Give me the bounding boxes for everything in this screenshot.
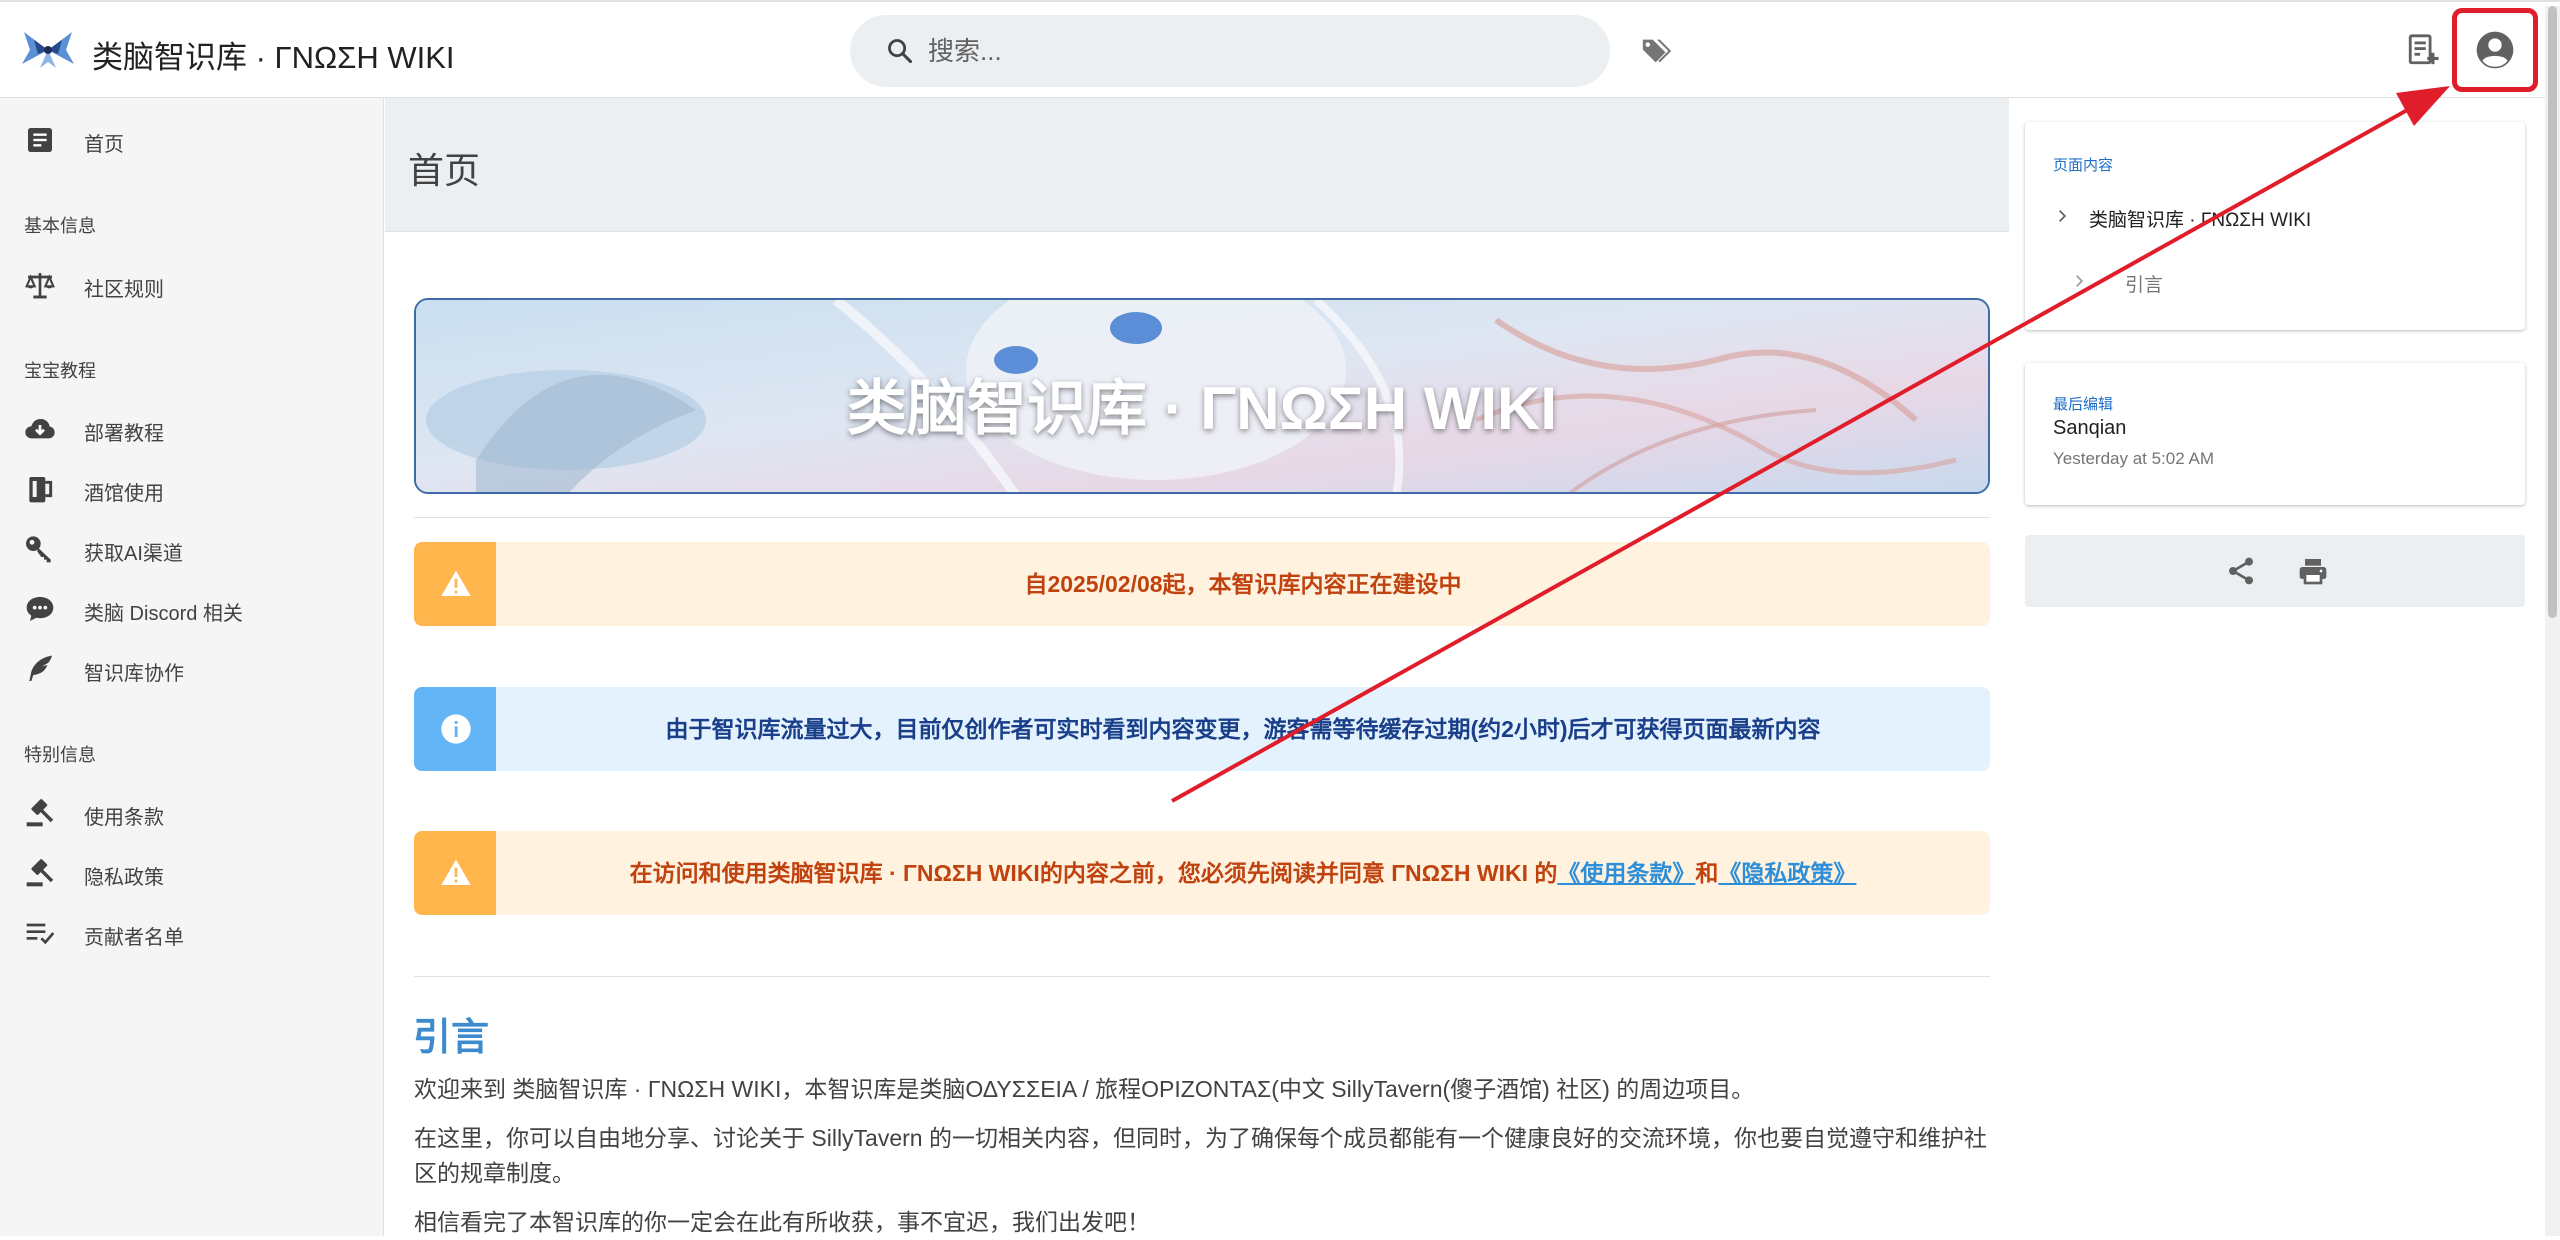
gavel-icon bbox=[26, 859, 54, 887]
alert-text: 在访问和使用类脑智识库 · ΓΝΩΣΗ WIKI的内容之前，您必须先阅读并同意 … bbox=[496, 831, 1990, 915]
cloud-download-icon bbox=[25, 419, 55, 439]
new-page-icon[interactable] bbox=[2406, 32, 2440, 68]
info-icon bbox=[441, 714, 471, 744]
top-app-bar: 类脑智识库 · ΓΝΩΣΗ WIKI bbox=[0, 0, 2560, 98]
sidebar-item-label: 类脑 Discord 相关 bbox=[84, 603, 243, 625]
sidebar-item-home[interactable]: 首页 bbox=[0, 112, 384, 168]
terms-link[interactable]: 《使用条款》 bbox=[1557, 860, 1695, 886]
alert-text-between: 和 bbox=[1695, 860, 1719, 886]
sidebar-item-label: 使用条款 bbox=[84, 807, 164, 829]
section-heading-intro: 引言 bbox=[413, 1017, 490, 1059]
toc-card: 页面内容 类脑智识库 · ΓΝΩΣΗ WIKI 引言 bbox=[2025, 122, 2525, 330]
sidebar-header-basic: 基本信息 bbox=[24, 216, 96, 236]
chat-bubble-icon bbox=[26, 597, 54, 621]
sidebar-item-collaboration[interactable]: 智识库协作 bbox=[0, 641, 384, 697]
alert-stripe bbox=[414, 542, 496, 626]
last-editor-name[interactable]: Sanqian bbox=[2053, 417, 2126, 440]
sidebar-nav: 首页 基本信息 社区规则 宝宝教程 部署教程 酒馆使用 获取AI渠道 类脑 Di… bbox=[0, 98, 384, 1236]
info-alert-cache: 由于智识库流量过大，目前仅创作者可实时看到内容变更，游客需等待缓存过期(约2小时… bbox=[414, 687, 1990, 771]
share-icon[interactable] bbox=[2225, 555, 2257, 587]
toc-label: 页面内容 bbox=[2053, 157, 2114, 174]
sidebar-item-ai-channels[interactable]: 获取AI渠道 bbox=[0, 521, 384, 577]
checklist-icon bbox=[26, 923, 55, 945]
warning-icon bbox=[441, 859, 471, 885]
search-icon bbox=[888, 39, 913, 64]
sidebar-item-label: 隐私政策 bbox=[84, 867, 164, 889]
search-bar[interactable] bbox=[850, 15, 1610, 87]
sidebar-item-label: 获取AI渠道 bbox=[84, 543, 183, 565]
toc-item-title[interactable]: 类脑智识库 · ΓΝΩΣΗ WIKI bbox=[2089, 205, 2311, 232]
scrollbar[interactable] bbox=[2545, 6, 2560, 1236]
scale-icon bbox=[25, 273, 55, 299]
sidebar-item-label: 智识库协作 bbox=[84, 663, 184, 685]
article-icon bbox=[28, 128, 52, 152]
alert-text-before: 在访问和使用类脑智识库 · ΓΝΩΣΗ WIKI的内容之前，您必须先阅读并同意 … bbox=[629, 860, 1558, 886]
warning-alert-construction: 自2025/02/08起，本智识库内容正在建设中 bbox=[414, 542, 1990, 626]
last-edit-card: 最后编辑 Sanqian Yesterday at 5:02 AM bbox=[2025, 363, 2525, 505]
sidebar-header-tutorials: 宝宝教程 bbox=[24, 361, 96, 381]
mug-icon bbox=[29, 477, 53, 503]
sidebar-item-deploy[interactable]: 部署教程 bbox=[0, 401, 384, 457]
highlight-box bbox=[2452, 8, 2538, 92]
divider bbox=[414, 517, 1990, 518]
feather-icon bbox=[29, 655, 52, 681]
sidebar-item-tavern-usage[interactable]: 酒馆使用 bbox=[0, 461, 384, 517]
sidebar-item-community-rules[interactable]: 社区规则 bbox=[0, 257, 384, 313]
chevron-right-icon bbox=[2059, 210, 2067, 222]
tags-icon[interactable] bbox=[1640, 34, 1674, 68]
intro-paragraph-1: 欢迎来到 类脑智识库 · ΓΝΩΣΗ WIKI，本智识库是类脑ΟΔΥΣΣΕΙΑ … bbox=[414, 1076, 1755, 1102]
sidebar-item-label: 社区规则 bbox=[84, 279, 164, 301]
intro-paragraph-2: 在这里，你可以自由地分享、讨论关于 SillyTavern 的一切相关内容，但同… bbox=[414, 1125, 1987, 1186]
last-edit-time: Yesterday at 5:02 AM bbox=[2053, 449, 2214, 468]
sidebar-item-label: 贡献者名单 bbox=[84, 927, 184, 949]
sidebar-item-label: 部署教程 bbox=[84, 423, 164, 445]
search-input[interactable] bbox=[928, 31, 1568, 71]
toc-item-intro[interactable]: 引言 bbox=[2125, 270, 2163, 297]
alert-stripe bbox=[414, 831, 496, 915]
page-actions bbox=[2025, 535, 2525, 607]
intro-paragraph-3: 相信看完了本智识库的你一定会在此有所收获，事不宜迟，我们出发吧！ bbox=[414, 1209, 1150, 1235]
sidebar-item-label: 首页 bbox=[84, 134, 124, 156]
key-icon bbox=[26, 536, 51, 563]
alert-text: 自2025/02/08起，本智识库内容正在建设中 bbox=[1024, 571, 1462, 597]
warning-icon bbox=[441, 570, 471, 596]
sidebar-item-contributors[interactable]: 贡献者名单 bbox=[0, 905, 384, 961]
alert-stripe bbox=[414, 687, 496, 771]
last-edit-label: 最后编辑 bbox=[2053, 396, 2114, 413]
sidebar-item-label: 酒馆使用 bbox=[84, 483, 164, 505]
sidebar-item-privacy[interactable]: 隐私政策 bbox=[0, 845, 384, 901]
hero-banner: 类脑智识库 · ΓΝΩΣΗ WIKI bbox=[414, 298, 1990, 494]
warning-alert-terms: 在访问和使用类脑智识库 · ΓΝΩΣΗ WIKI的内容之前，您必须先阅读并同意 … bbox=[414, 831, 1990, 915]
sidebar-item-discord[interactable]: 类脑 Discord 相关 bbox=[0, 581, 384, 637]
privacy-link[interactable]: 《隐私政策》 bbox=[1718, 860, 1856, 886]
page-header: 首页 bbox=[385, 98, 2009, 232]
sidebar-header-special: 特别信息 bbox=[24, 745, 96, 765]
logo-icon[interactable] bbox=[20, 28, 76, 72]
site-title[interactable]: 类脑智识库 · ΓΝΩΣΗ WIKI bbox=[92, 32, 455, 77]
sidebar-item-terms[interactable]: 使用条款 bbox=[0, 785, 384, 841]
print-icon[interactable] bbox=[2297, 555, 2329, 587]
chevron-right-icon bbox=[2076, 275, 2084, 287]
alert-text: 由于智识库流量过大，目前仅创作者可实时看到内容变更，游客需等待缓存过期(约2小时… bbox=[665, 716, 1821, 742]
scrollbar-thumb[interactable] bbox=[2548, 6, 2557, 618]
page-title: 首页 bbox=[408, 150, 481, 191]
banner-title: 类脑智识库 · ΓΝΩΣΗ WIKI bbox=[846, 375, 1558, 442]
gavel-icon bbox=[26, 799, 54, 827]
divider bbox=[414, 976, 1990, 977]
